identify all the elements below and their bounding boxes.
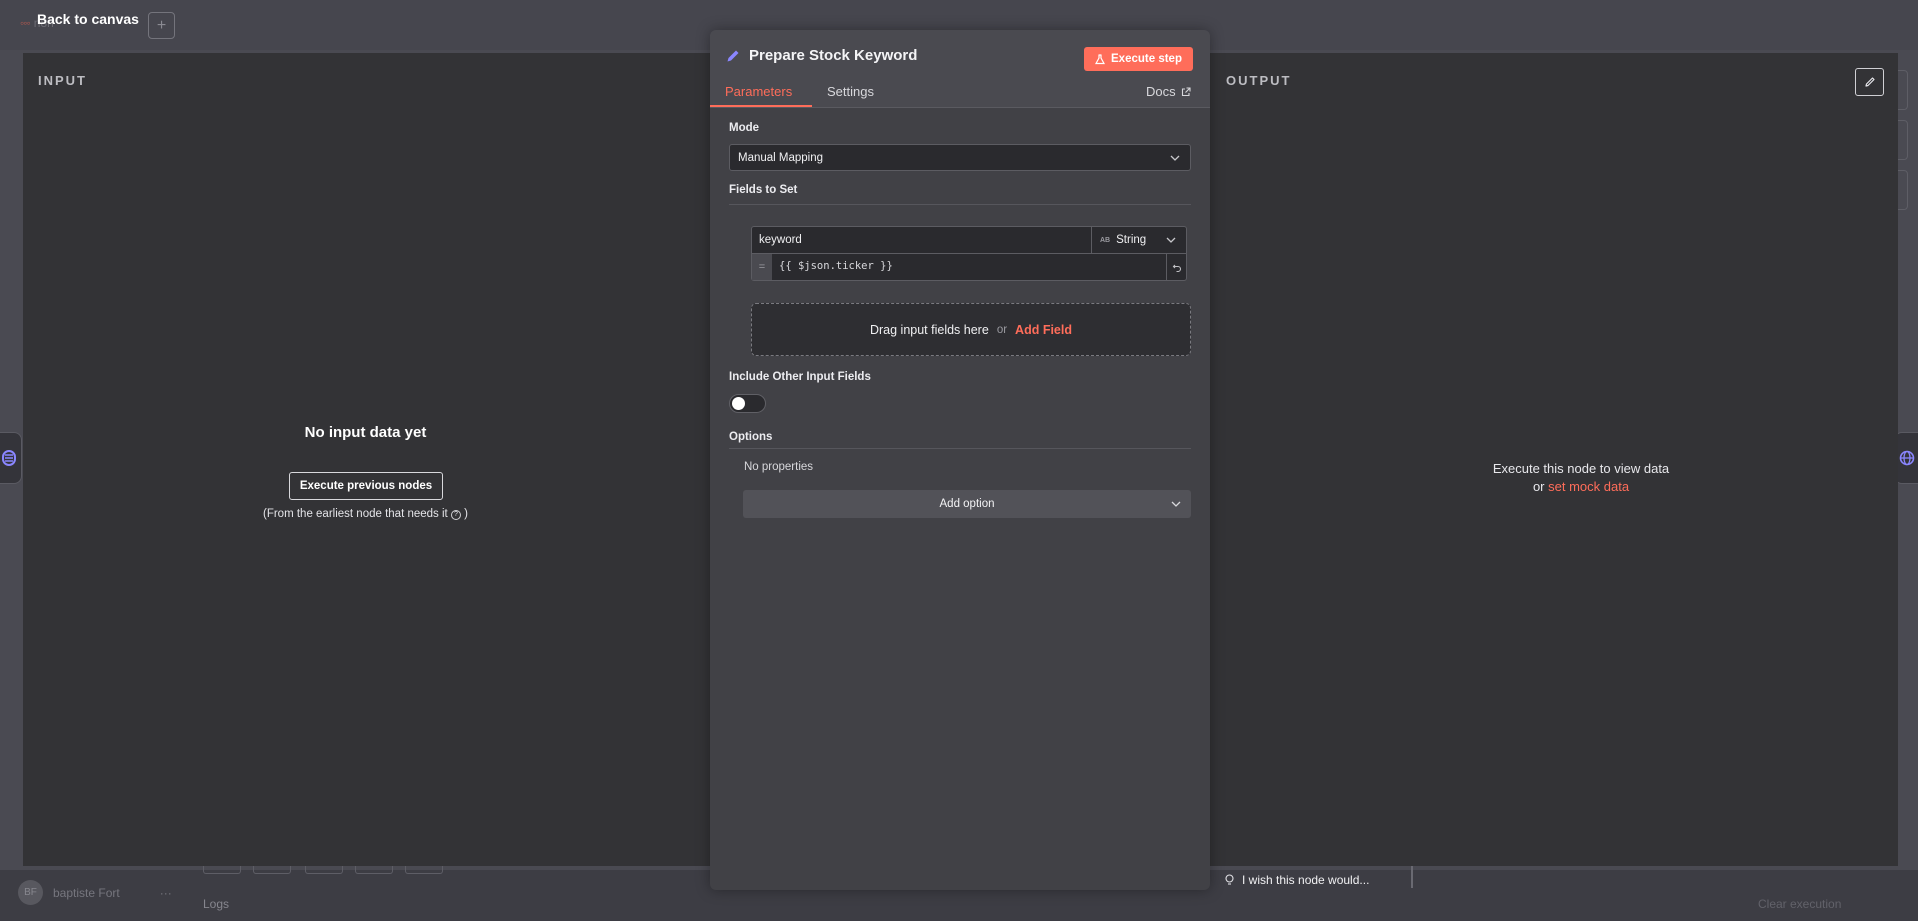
expression-equals-icon: =	[752, 254, 772, 280]
mode-label: Mode	[729, 122, 760, 134]
user-menu-dots-icon[interactable]: ···	[160, 886, 172, 900]
toggle-knob	[732, 397, 745, 410]
feedback-prompt-text: I wish this node would...	[1242, 873, 1370, 887]
output-panel: OUTPUT Execute this node to view data or…	[1195, 53, 1898, 866]
include-other-fields-label: Include Other Input Fields	[729, 371, 871, 383]
string-type-icon: AB	[1100, 236, 1111, 244]
add-node-button[interactable]: +	[148, 12, 175, 39]
execute-step-button[interactable]: Execute step	[1084, 47, 1193, 71]
mode-select[interactable]: Manual Mapping	[729, 144, 1191, 171]
input-panel-handle[interactable]	[0, 432, 22, 484]
no-properties-text: No properties	[744, 461, 814, 473]
output-empty-message: Execute this node to view data or set mo…	[1456, 460, 1706, 496]
field-assignment: keyword AB String = {{ $json.ticker }}	[751, 226, 1187, 281]
logo-mark-icon: ◦◦◦	[20, 16, 31, 30]
input-panel: INPUT No input data yet Execute previous…	[23, 53, 713, 866]
fields-to-set-label: Fields to Set	[729, 184, 798, 196]
tab-parameters[interactable]: Parameters	[725, 84, 792, 99]
expression-value[interactable]: {{ $json.ticker }}	[779, 260, 893, 272]
chevron-down-icon	[1166, 237, 1176, 243]
lightbulb-icon	[1225, 874, 1234, 885]
set-mock-data-link[interactable]: set mock data	[1548, 479, 1629, 494]
dialog-header: Prepare Stock Keyword Execute step Param…	[710, 30, 1210, 108]
pencil-icon	[727, 50, 739, 61]
menu-lines-icon	[2, 450, 16, 466]
field-value-expression[interactable]: = {{ $json.ticker }}	[751, 253, 1187, 281]
mode-value: Manual Mapping	[738, 151, 824, 164]
earliest-note-text: (From the earliest node that needs it	[263, 508, 448, 520]
question-icon[interactable]: ?	[450, 510, 461, 520]
node-title: Prepare Stock Keyword	[725, 47, 917, 64]
no-input-title: No input data yet	[304, 424, 427, 441]
output-panel-title: OUTPUT	[1226, 73, 1292, 88]
edit-output-button[interactable]	[1855, 68, 1884, 96]
chevron-down-icon	[1170, 155, 1180, 161]
clear-execution[interactable]: Clear execution	[1758, 897, 1841, 911]
feedback-prompt[interactable]: I wish this node would...	[1225, 871, 1414, 889]
section-divider	[729, 448, 1191, 449]
reset-value-icon[interactable]	[1166, 254, 1186, 280]
flask-icon	[1095, 53, 1106, 64]
output-empty-line: Execute this node to view data	[1492, 461, 1670, 476]
field-type-value: String	[1116, 234, 1147, 246]
clear-execution-label: Clear execution	[1758, 897, 1842, 911]
back-to-canvas-link[interactable]: Back to canvas	[37, 11, 139, 27]
add-option-label: Add option	[939, 498, 995, 510]
user-name: baptiste Fort	[53, 885, 120, 900]
include-other-fields-toggle[interactable]	[729, 394, 766, 413]
input-panel-title: INPUT	[38, 73, 87, 88]
logs-label[interactable]: Logs	[203, 897, 229, 911]
tab-settings[interactable]: Settings	[827, 84, 874, 99]
earliest-node-note: (From the earliest node that needs it ? …	[23, 508, 708, 520]
globe-icon	[1899, 450, 1915, 466]
avatar: BF	[18, 880, 43, 905]
docs-link[interactable]: Docs	[1146, 84, 1191, 99]
user-menu[interactable]: BF baptiste Fort ···	[18, 880, 172, 905]
add-option-button[interactable]: Add option	[743, 490, 1191, 518]
field-type-select[interactable]: AB String	[1091, 226, 1187, 254]
pencil-icon	[1864, 77, 1875, 87]
node-title-text[interactable]: Prepare Stock Keyword	[749, 47, 917, 64]
chevron-down-icon	[1171, 501, 1181, 507]
earliest-note-close: )	[464, 508, 468, 520]
field-drop-zone[interactable]: Drag input fields here or Add Field	[751, 303, 1191, 356]
add-field-button[interactable]: Add Field	[1015, 323, 1072, 337]
execute-step-label: Execute step	[1111, 53, 1182, 65]
drop-zone-or: or	[996, 323, 1008, 336]
output-or-text: or	[1532, 479, 1545, 494]
external-link-icon	[1181, 86, 1191, 96]
execute-previous-nodes-button[interactable]: Execute previous nodes	[289, 472, 443, 500]
section-divider	[729, 204, 1191, 205]
options-label: Options	[729, 431, 773, 443]
docs-label: Docs	[1146, 84, 1176, 99]
field-name-input[interactable]: keyword	[751, 226, 1092, 254]
undo-icon	[1172, 264, 1181, 272]
active-tab-indicator	[710, 105, 812, 107]
node-details-dialog: Prepare Stock Keyword Execute step Param…	[710, 30, 1210, 890]
drop-zone-text: Drag input fields here	[869, 322, 989, 337]
